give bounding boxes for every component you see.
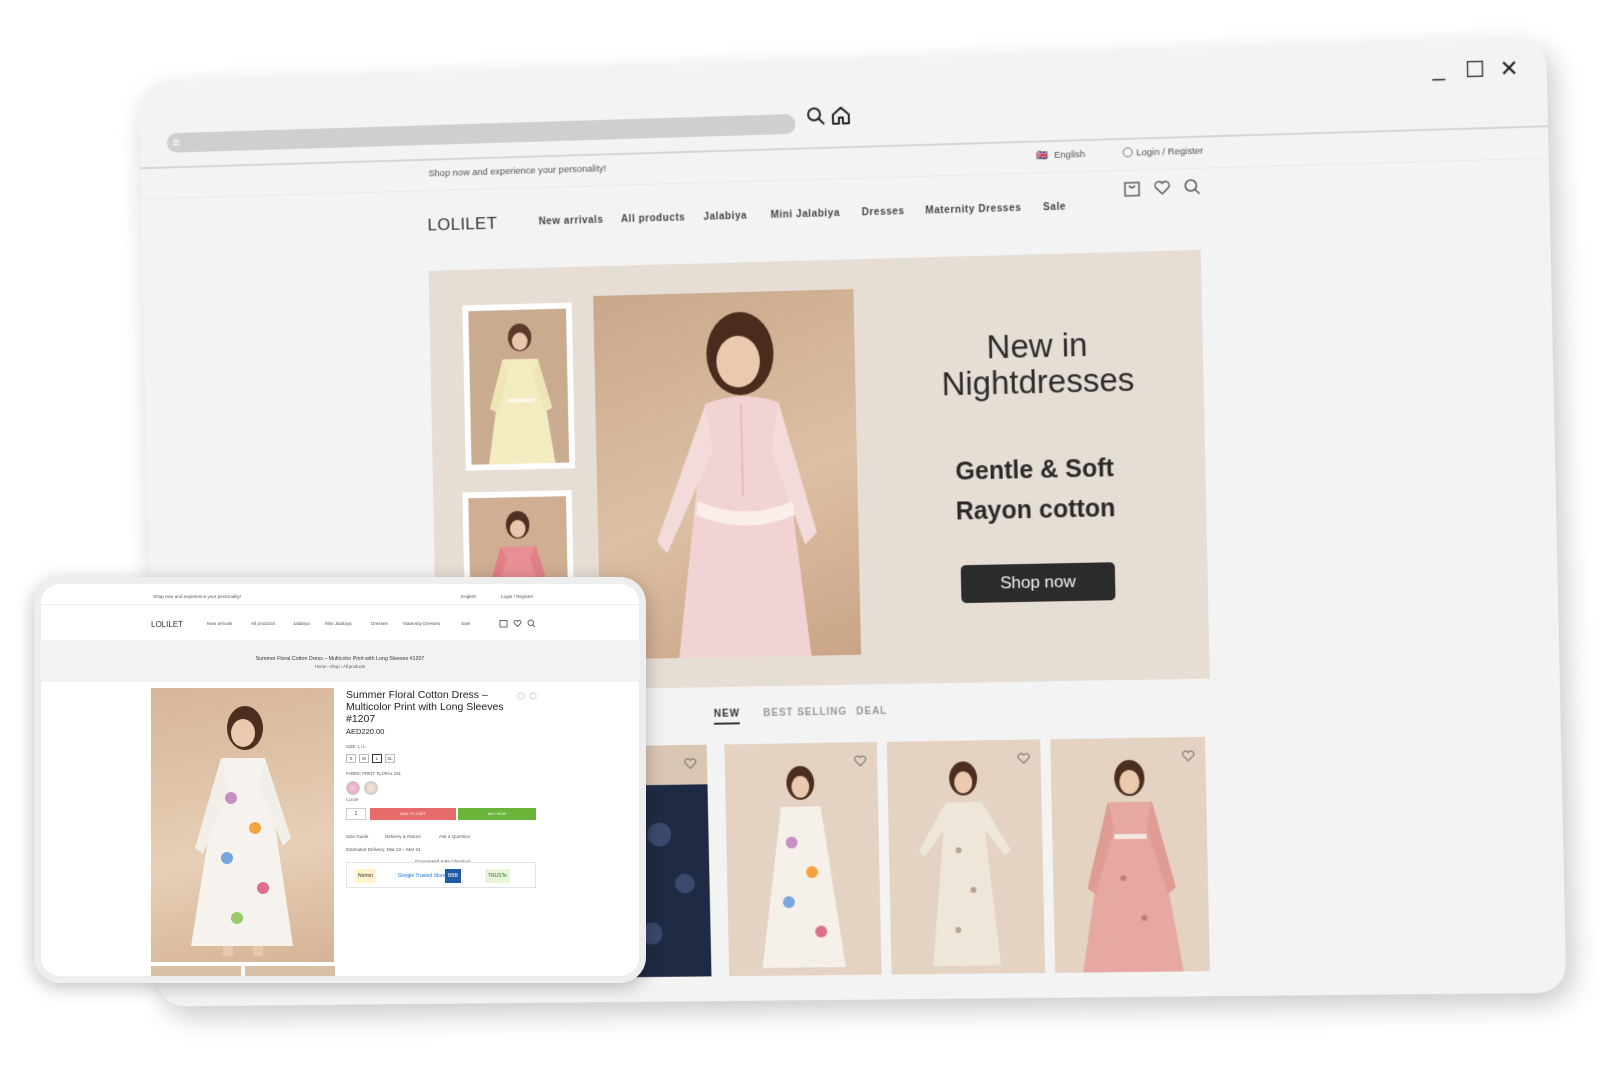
tablet-topbar-divider: [41, 604, 639, 605]
tab-best-selling[interactable]: BEST SELLING: [763, 707, 847, 719]
close-button[interactable]: ✕: [1499, 57, 1518, 80]
quantity-stepper[interactable]: 1: [346, 808, 366, 820]
product-card-3[interactable]: [887, 739, 1045, 974]
prev-product-icon[interactable]: [517, 692, 525, 700]
add-to-cart-button[interactable]: ADD TO CART: [370, 808, 456, 820]
site-logo[interactable]: LOLILET: [427, 214, 497, 236]
hero-title: New in Nightdresses: [922, 325, 1154, 403]
nav-new-arrivals[interactable]: New arrivals: [539, 215, 604, 228]
nav-dresses[interactable]: Dresses: [862, 206, 905, 218]
cart-icon[interactable]: [1123, 179, 1141, 198]
tablet-breadcrumb[interactable]: Home › Shop › All products: [41, 664, 639, 669]
nav-sale[interactable]: Sale: [1043, 202, 1066, 214]
google-trusted-store-badge: Google Trusted Store: [395, 869, 449, 883]
delivery-return-link[interactable]: Delivery & Return: [385, 834, 421, 839]
hero-thumbnail-1[interactable]: [462, 303, 575, 471]
nav-mini-jalabiya[interactable]: Mini Jalabiya: [771, 208, 841, 221]
hero-subtitle-line-2: Rayon cotton: [915, 487, 1156, 532]
tab-new[interactable]: NEW: [714, 708, 740, 724]
size-option-s[interactable]: S: [346, 754, 356, 763]
language-selector[interactable]: English: [1054, 149, 1085, 161]
product-image-3: [887, 739, 1045, 974]
wishlist-heart-icon[interactable]: [683, 757, 697, 771]
minimize-button[interactable]: _: [1432, 58, 1445, 81]
tablet-thumbnail-1[interactable]: [151, 966, 241, 983]
wishlist-heart-icon[interactable]: [1017, 752, 1031, 766]
tablet-nav-sale[interactable]: Sale: [461, 621, 470, 626]
search-icon[interactable]: [806, 106, 826, 126]
tablet-nav-all-products[interactable]: All products: [251, 621, 275, 626]
fabric-label: FABRIC PRINT: FLORAL 251: [346, 771, 401, 776]
product-image-4: [1050, 737, 1210, 973]
tablet-nav-new-arrivals[interactable]: New arrivals: [207, 621, 232, 626]
tablet-cart-icon[interactable]: [499, 619, 508, 628]
fabric-swatch-2[interactable]: [364, 781, 378, 795]
tablet-product-image[interactable]: [151, 688, 334, 962]
tablet-search-icon[interactable]: [527, 619, 536, 628]
hero-subtitle: Gentle & Soft Rayon cotton: [914, 447, 1156, 532]
tablet-login-link[interactable]: Login / Register: [501, 594, 533, 599]
tablet-language-selector[interactable]: English: [461, 594, 476, 599]
size-option-l[interactable]: L: [372, 754, 382, 763]
address-bar[interactable]: ≡: [167, 114, 796, 153]
shop-now-button[interactable]: Shop now: [961, 562, 1116, 603]
stage: _ ☐ ✕ ≡ Shop now and experience your per…: [0, 0, 1600, 1066]
product-image-2: [724, 742, 881, 976]
bbb-badge: BBB: [445, 869, 461, 883]
tablet-promo-text: Shop now and experience your personality…: [153, 594, 241, 599]
floral-dress-image: [151, 688, 334, 962]
wishlist-heart-icon[interactable]: [853, 754, 867, 768]
search-icon[interactable]: [1183, 178, 1202, 197]
nav-maternity-dresses[interactable]: Maternity Dresses: [925, 203, 1021, 217]
tablet-product-price: AED220.00: [346, 727, 384, 736]
yellow-dress-image: [468, 309, 569, 465]
size-guide-link[interactable]: Size Guide: [346, 834, 368, 839]
nav-jalabiya[interactable]: Jalabiya: [703, 211, 747, 223]
ask-question-link[interactable]: Ask a Question: [439, 834, 470, 839]
login-link[interactable]: Login / Register: [1136, 146, 1203, 159]
product-card-4[interactable]: [1050, 737, 1210, 973]
clear-selection-link[interactable]: CLEAR: [346, 798, 359, 802]
settings-icon: ≡: [172, 135, 180, 150]
tablet-thumbnail-2[interactable]: [245, 966, 335, 983]
size-label: SIZE: L / L: [346, 744, 366, 749]
product-card-2[interactable]: [724, 742, 881, 976]
tablet-nav-maternity-dresses[interactable]: Maternity Dresses: [403, 621, 440, 626]
nav-divider: [141, 158, 1549, 200]
tablet-page-banner: Summer Floral Cotton Dress – Multicolor …: [41, 640, 639, 682]
size-option-xl[interactable]: XL: [385, 754, 395, 763]
tab-deal[interactable]: DEAL: [856, 706, 887, 717]
user-icon: [1122, 147, 1133, 158]
hero-subtitle-line-1: Gentle & Soft: [914, 447, 1155, 492]
trust-badges: Norton Google Trusted Store BBB TRUSTe: [346, 862, 536, 888]
language-flag: 🇬🇧: [1036, 150, 1048, 161]
tablet-device: Shop now and experience your personality…: [34, 577, 646, 983]
heart-icon[interactable]: [1153, 179, 1171, 198]
tablet-nav-dresses[interactable]: Dresses: [371, 621, 388, 626]
size-option-m[interactable]: M: [359, 754, 369, 763]
tablet-site-logo[interactable]: LOLILET: [151, 620, 183, 629]
tablet-banner-title: Summer Floral Cotton Dress – Multicolor …: [41, 656, 639, 662]
wishlist-heart-icon[interactable]: [1181, 749, 1195, 763]
tablet-nav-mini-jalabiya[interactable]: Mini Jalabiya: [325, 621, 352, 626]
maximize-button[interactable]: ☐: [1465, 59, 1486, 82]
truste-badge: TRUSTe: [485, 869, 510, 883]
norton-badge: Norton: [355, 869, 376, 883]
next-product-icon[interactable]: [529, 692, 537, 700]
tablet-heart-icon[interactable]: [513, 619, 522, 628]
home-icon[interactable]: [830, 104, 852, 127]
tablet-screen: Shop now and experience your personality…: [41, 584, 639, 976]
promo-text: Shop now and experience your personality…: [428, 163, 606, 179]
fabric-swatch-1[interactable]: [346, 781, 360, 795]
tablet-product-title: Summer Floral Cotton Dress – Multicolor …: [346, 689, 516, 725]
tablet-nav-jalabiya[interactable]: Jalabiya: [293, 621, 310, 626]
nav-all-products[interactable]: All products: [621, 212, 686, 225]
buy-now-button[interactable]: BUY NOW: [458, 808, 536, 820]
estimated-delivery-text: Estimated Delivery: Mar 22 – Mar 24: [346, 847, 421, 852]
hero-title-line-2: Nightdresses: [923, 361, 1154, 402]
